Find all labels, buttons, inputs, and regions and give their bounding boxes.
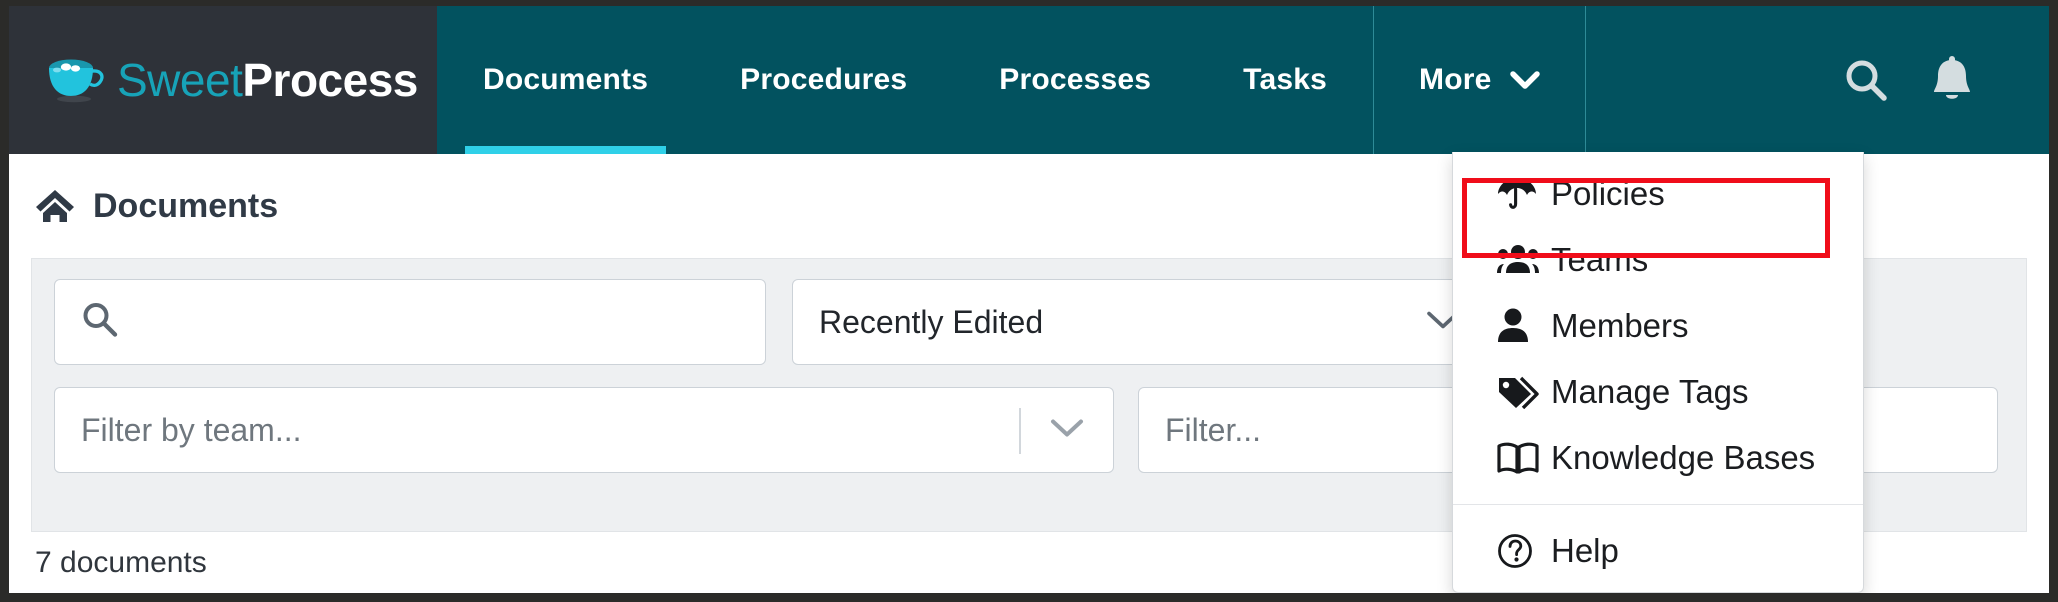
sort-select-value: Recently Edited (819, 304, 1043, 341)
menu-item-manage-tags-label: Manage Tags (1551, 373, 1749, 411)
menu-item-members[interactable]: Members (1453, 293, 1863, 359)
users-group-icon (1497, 243, 1551, 277)
nav-item-tasks-label: Tasks (1243, 63, 1327, 97)
menu-item-help[interactable]: Help (1453, 518, 1863, 584)
brand-name-part1: Sweet (117, 54, 242, 106)
umbrella-icon (1497, 175, 1551, 213)
document-count: 7 documents (35, 546, 207, 580)
tags-icon (1497, 375, 1551, 409)
nav-item-procedures[interactable]: Procedures (694, 6, 953, 154)
chevron-down-icon (1049, 416, 1085, 445)
brand-wordmark: SweetProcess (117, 57, 418, 103)
top-navbar: SweetProcess Documents Procedures Proces… (9, 6, 2049, 154)
menu-divider (1453, 504, 1863, 505)
nav-item-processes[interactable]: Processes (953, 6, 1197, 154)
search-field-wrapper[interactable] (54, 279, 766, 365)
browser-frame: SweetProcess Documents Procedures Proces… (0, 0, 2058, 602)
sort-select[interactable]: Recently Edited (792, 279, 1486, 365)
nav-item-processes-label: Processes (999, 63, 1151, 97)
nav-right-icons (1823, 6, 2049, 154)
nav-item-more-label: More (1419, 63, 1491, 97)
open-book-icon (1497, 442, 1551, 474)
menu-item-policies[interactable]: Policies (1453, 161, 1863, 227)
app-viewport: SweetProcess Documents Procedures Proces… (9, 6, 2049, 593)
nav-item-procedures-label: Procedures (740, 63, 907, 97)
question-circle-icon (1497, 533, 1551, 569)
chevron-down-icon (1510, 70, 1540, 90)
team-filter-select[interactable]: Filter by team... (54, 387, 1114, 473)
brand-logo[interactable]: SweetProcess (9, 6, 437, 154)
menu-item-knowledge-bases[interactable]: Knowledge Bases (1453, 425, 1863, 491)
filter-row-1: Recently Edited (54, 279, 1486, 365)
team-filter-placeholder: Filter by team... (81, 412, 302, 449)
breadcrumb-label: Documents (93, 187, 278, 226)
menu-item-manage-tags[interactable]: Manage Tags (1453, 359, 1863, 425)
text-filter-placeholder: Filter... (1165, 412, 1261, 449)
nav-item-more[interactable]: More (1373, 6, 1585, 154)
home-icon (35, 188, 75, 224)
select-separator (1019, 408, 1021, 454)
nav-item-documents[interactable]: Documents (437, 6, 694, 154)
menu-item-teams[interactable]: Teams (1453, 227, 1863, 293)
brand-name-part2: Process (242, 54, 418, 106)
menu-item-policies-label: Policies (1551, 175, 1665, 213)
notifications-bell-icon[interactable] (1909, 6, 1995, 154)
menu-item-knowledge-bases-label: Knowledge Bases (1551, 439, 1815, 477)
menu-item-members-label: Members (1551, 307, 1689, 345)
user-icon (1497, 308, 1551, 344)
search-icon (81, 301, 119, 344)
menu-item-help-label: Help (1551, 532, 1619, 570)
coffee-cup-icon (45, 57, 105, 103)
nav-item-documents-label: Documents (483, 63, 648, 97)
search-icon[interactable] (1823, 6, 1909, 154)
search-input[interactable] (131, 280, 755, 366)
nav-item-tasks[interactable]: Tasks (1197, 6, 1373, 154)
nav-items: Documents Procedures Processes Tasks Mor… (437, 6, 1586, 154)
menu-item-teams-label: Teams (1551, 241, 1648, 279)
more-dropdown-menu: Policies Teams (1452, 152, 1864, 593)
